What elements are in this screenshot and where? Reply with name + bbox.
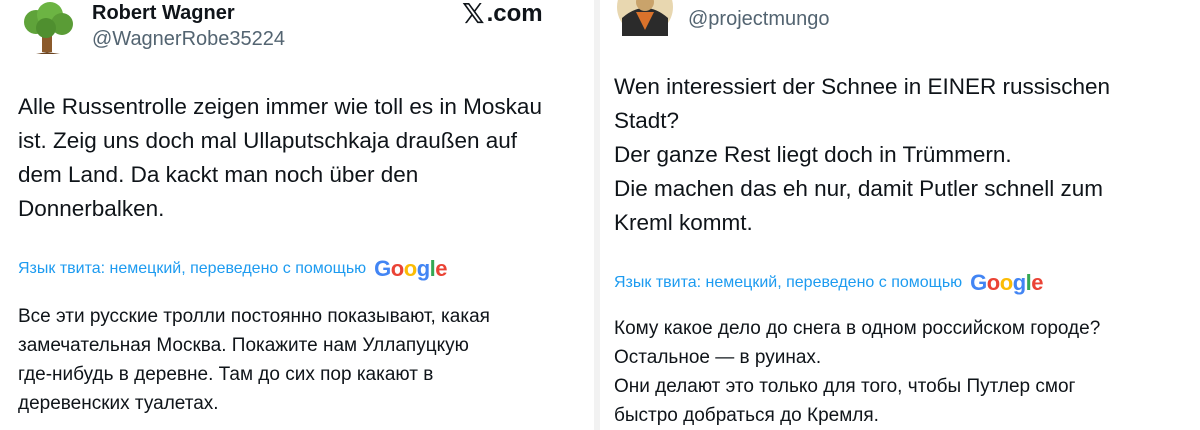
google-logo-letter: o	[390, 256, 404, 281]
google-logo: Google	[970, 272, 1043, 294]
tweet-text: Alle Russentrolle zeigen immer wie toll …	[18, 94, 542, 221]
google-logo-letter: o	[986, 270, 1000, 295]
x-logo-icon: 𝕏	[462, 0, 485, 29]
google-logo-letter: e	[435, 256, 448, 281]
google-logo-letter: G	[374, 256, 391, 281]
author-handle[interactable]: @WagnerRobe35224	[92, 28, 285, 51]
google-logo-letter: e	[1031, 270, 1044, 295]
tweet-text: Wen interessiert der Schnee in EINER rus…	[614, 74, 1111, 235]
google-logo-letter: o	[403, 256, 417, 281]
translated-text: Все эти русские тролли постоянно показыв…	[18, 306, 490, 414]
translated-text: Кому какое дело до снега в одном российс…	[614, 318, 1101, 426]
author-handle[interactable]: @projectmungo	[688, 8, 829, 31]
google-logo: Google	[374, 258, 447, 280]
author-name[interactable]: Robert Wagner	[92, 2, 235, 25]
translation-notice[interactable]: Язык твита: немецкий, переведено с помощ…	[18, 258, 448, 280]
google-logo-letter: G	[970, 270, 987, 295]
source-domain: .com	[486, 0, 543, 27]
google-logo-letter: g	[1012, 270, 1026, 295]
translation-notice-label[interactable]: Язык твита: немецкий, переведено с помощ…	[614, 274, 962, 292]
google-logo-letter: o	[999, 270, 1013, 295]
translation-notice-label[interactable]: Язык твита: немецкий, переведено с помощ…	[18, 260, 366, 278]
source-badge[interactable]: 𝕏 .com	[462, 0, 543, 28]
google-logo-letter: g	[416, 256, 430, 281]
cartoon-avatar-icon[interactable]	[614, 0, 676, 36]
tree-avatar-icon[interactable]	[18, 2, 78, 54]
translation-notice[interactable]: Язык твита: немецкий, переведено с помощ…	[614, 272, 1044, 294]
right-tweet-card: @projectmungo Wen interessiert der Schne…	[600, 0, 1200, 430]
left-tweet-card: Robert Wagner @WagnerRobe35224 𝕏 .com Al…	[0, 0, 594, 430]
